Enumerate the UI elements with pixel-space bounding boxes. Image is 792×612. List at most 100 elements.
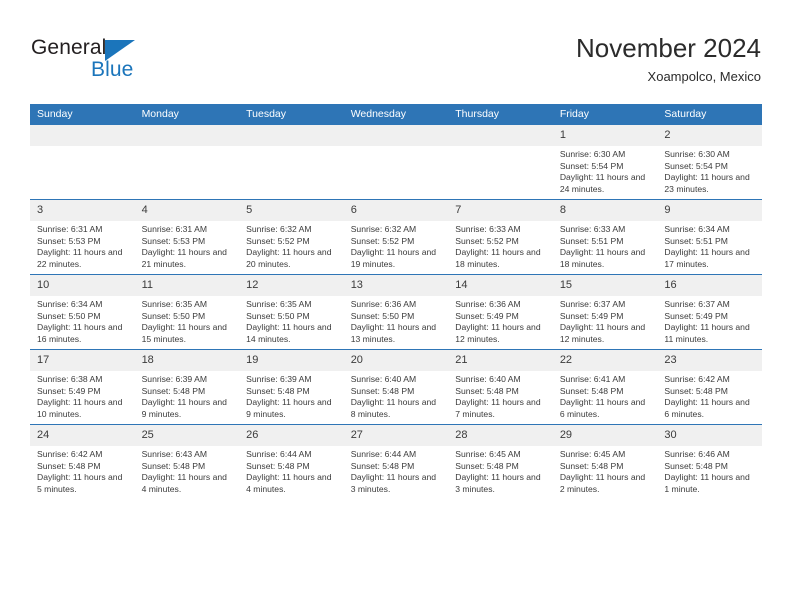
calendar-cell-empty: [134, 125, 240, 200]
day-number: 23: [657, 350, 762, 371]
weekday-header-sunday: Sunday: [30, 104, 135, 125]
calendar-day-cell[interactable]: 30 Sunrise: 6:46 AM Sunset: 5:48 PM Dayligh…: [657, 424, 762, 499]
sunset-text: Sunset: 5:51 PM: [664, 235, 728, 246]
sun-info: Sunrise: 6:35 AM Sunset: 5:50 PM Daylight:…: [135, 296, 240, 345]
sun-info: Sunrise: 6:34 AM Sunset: 5:51 PM Daylight:…: [657, 221, 762, 270]
sun-info: Sunrise: 6:40 AM Sunset: 5:48 PM Daylight:…: [344, 371, 449, 420]
day-number: 10: [30, 275, 135, 296]
sunset-text: Sunset: 5:52 PM: [455, 235, 519, 246]
sun-info: Sunrise: 6:39 AM Sunset: 5:48 PM Daylight:…: [239, 371, 344, 420]
calendar-header-row: Sunday Monday Tuesday Wednesday Thursday…: [30, 104, 762, 125]
calendar-body: 1 Sunrise: 6:30 AM Sunset: 5:54 PM Daylight…: [30, 125, 762, 499]
day-number: 6: [343, 200, 449, 221]
calendar-day-cell[interactable]: 8 Sunrise: 6:33 AM Sunset: 5:51 PM Daylight…: [552, 199, 658, 275]
daylight-text: Daylight: 11 hours and 1 minute.: [664, 472, 750, 494]
calendar-cell-empty: [448, 125, 553, 200]
daylight-text: Daylight: 11 hours and 8 minutes.: [350, 397, 437, 419]
day-number: 21: [448, 350, 553, 371]
calendar-day-cell[interactable]: 17 Sunrise: 6:38 AM Sunset: 5:49 PM Dayligh…: [30, 349, 135, 425]
calendar-day-cell[interactable]: 13 Sunrise: 6:36 AM Sunset: 5:50 PM Dayligh…: [343, 274, 449, 350]
day-number: 28: [448, 425, 553, 446]
daylight-text: Daylight: 11 hours and 9 minutes.: [246, 397, 332, 419]
calendar-day-cell[interactable]: 7 Sunrise: 6:33 AM Sunset: 5:52 PM Daylight…: [448, 199, 553, 275]
day-number: 11: [134, 275, 240, 296]
calendar-day-cell[interactable]: 22 Sunrise: 6:41 AM Sunset: 5:48 PM Dayligh…: [552, 349, 658, 425]
sunset-text: Sunset: 5:49 PM: [664, 310, 728, 321]
day-number: 8: [552, 200, 658, 221]
sunset-text: Sunset: 5:49 PM: [37, 385, 101, 396]
sunrise-text: Sunrise: 6:45 AM: [455, 449, 521, 459]
calendar-day-cell[interactable]: 14 Sunrise: 6:36 AM Sunset: 5:49 PM Dayligh…: [448, 274, 553, 350]
sunset-text: Sunset: 5:50 PM: [141, 310, 206, 321]
calendar-day-cell[interactable]: 18 Sunrise: 6:39 AM Sunset: 5:48 PM Dayligh…: [134, 349, 240, 425]
calendar-day-cell[interactable]: 16 Sunrise: 6:37 AM Sunset: 5:49 PM Dayligh…: [657, 274, 762, 350]
sun-info: Sunrise: 6:33 AM Sunset: 5:51 PM Daylight:…: [553, 221, 658, 270]
weekday-header-monday: Monday: [134, 104, 240, 125]
calendar-day-cell[interactable]: 25 Sunrise: 6:43 AM Sunset: 5:48 PM Dayligh…: [134, 424, 240, 499]
daylight-text: Daylight: 11 hours and 20 minutes.: [246, 247, 332, 269]
sunset-text: Sunset: 5:49 PM: [559, 310, 624, 321]
day-number: 15: [552, 275, 658, 296]
calendar-day-cell[interactable]: 19 Sunrise: 6:39 AM Sunset: 5:48 PM Dayligh…: [239, 349, 344, 425]
calendar-day-cell[interactable]: 9 Sunrise: 6:34 AM Sunset: 5:51 PM Daylight…: [657, 199, 762, 275]
sun-info: Sunrise: 6:33 AM Sunset: 5:52 PM Daylight:…: [448, 221, 553, 270]
page-title: November 2024: [576, 33, 761, 63]
calendar-day-cell[interactable]: 23 Sunrise: 6:42 AM Sunset: 5:48 PM Dayligh…: [657, 349, 762, 425]
sunset-text: Sunset: 5:48 PM: [246, 460, 310, 471]
daylight-text: Daylight: 11 hours and 3 minutes.: [350, 472, 437, 494]
calendar-day-cell[interactable]: 11 Sunrise: 6:35 AM Sunset: 5:50 PM Dayligh…: [134, 274, 240, 350]
daylight-text: Daylight: 11 hours and 6 minutes.: [664, 397, 750, 419]
sun-info: Sunrise: 6:44 AM Sunset: 5:48 PM Daylight:…: [239, 446, 344, 495]
sunset-text: Sunset: 5:48 PM: [664, 460, 728, 471]
calendar-day-cell[interactable]: 21 Sunrise: 6:40 AM Sunset: 5:48 PM Dayligh…: [448, 349, 553, 425]
sun-info: Sunrise: 6:39 AM Sunset: 5:48 PM Daylight:…: [135, 371, 240, 420]
sun-info: Sunrise: 6:31 AM Sunset: 5:53 PM Daylight:…: [30, 221, 135, 270]
sunrise-text: Sunrise: 6:45 AM: [559, 449, 626, 459]
sunrise-text: Sunrise: 6:35 AM: [141, 299, 208, 309]
page-subtitle: Xoampolco, Mexico: [647, 69, 761, 84]
day-number: [134, 125, 240, 146]
calendar-day-cell[interactable]: 12 Sunrise: 6:35 AM Sunset: 5:50 PM Dayligh…: [239, 274, 344, 350]
calendar-day-cell[interactable]: 4 Sunrise: 6:31 AM Sunset: 5:53 PM Daylight…: [134, 199, 240, 275]
calendar-day-cell[interactable]: 27 Sunrise: 6:44 AM Sunset: 5:48 PM Dayligh…: [343, 424, 449, 499]
sun-info: Sunrise: 6:32 AM Sunset: 5:52 PM Daylight:…: [239, 221, 344, 270]
calendar-day-cell[interactable]: 28 Sunrise: 6:45 AM Sunset: 5:48 PM Dayligh…: [448, 424, 553, 499]
day-number: 17: [30, 350, 135, 371]
calendar-day-cell[interactable]: 3 Sunrise: 6:31 AM Sunset: 5:53 PM Daylight…: [30, 199, 135, 275]
sun-info: Sunrise: 6:31 AM Sunset: 5:53 PM Daylight:…: [135, 221, 240, 270]
page-header: General Blue November 2024 Xoampolco, Me…: [0, 0, 792, 100]
weekday-header-friday: Friday: [552, 104, 658, 125]
calendar-day-cell[interactable]: 6 Sunrise: 6:32 AM Sunset: 5:52 PM Daylight…: [343, 199, 449, 275]
daylight-text: Daylight: 11 hours and 16 minutes.: [37, 322, 123, 344]
daylight-text: Daylight: 11 hours and 23 minutes.: [664, 172, 750, 194]
sunset-text: Sunset: 5:53 PM: [37, 235, 101, 246]
daylight-text: Daylight: 11 hours and 19 minutes.: [350, 247, 437, 269]
daylight-text: Daylight: 11 hours and 5 minutes.: [37, 472, 123, 494]
calendar-page: General Blue November 2024 Xoampolco, Me…: [0, 0, 792, 612]
general-blue-logo[interactable]: General Blue: [31, 36, 211, 86]
sunset-text: Sunset: 5:50 PM: [246, 310, 310, 321]
sun-info: Sunrise: 6:30 AM Sunset: 5:54 PM Daylight:…: [553, 146, 658, 195]
sunrise-text: Sunrise: 6:32 AM: [350, 224, 417, 234]
calendar-day-cell[interactable]: 29 Sunrise: 6:45 AM Sunset: 5:48 PM Dayligh…: [552, 424, 658, 499]
calendar-day-cell[interactable]: 5 Sunrise: 6:32 AM Sunset: 5:52 PM Daylight…: [239, 199, 344, 275]
calendar-day-cell[interactable]: 15 Sunrise: 6:37 AM Sunset: 5:49 PM Dayligh…: [552, 274, 658, 350]
calendar-day-cell[interactable]: 24 Sunrise: 6:42 AM Sunset: 5:48 PM Dayligh…: [30, 424, 135, 499]
sun-info: Sunrise: 6:37 AM Sunset: 5:49 PM Daylight:…: [657, 296, 762, 345]
calendar-day-cell[interactable]: 20 Sunrise: 6:40 AM Sunset: 5:48 PM Dayligh…: [343, 349, 449, 425]
daylight-text: Daylight: 11 hours and 21 minutes.: [141, 247, 227, 269]
calendar-week-row: 17 Sunrise: 6:38 AM Sunset: 5:49 PM Dayligh…: [30, 349, 762, 425]
calendar-day-cell[interactable]: 26 Sunrise: 6:44 AM Sunset: 5:48 PM Dayligh…: [239, 424, 344, 499]
sunset-text: Sunset: 5:48 PM: [559, 385, 624, 396]
sunset-text: Sunset: 5:52 PM: [246, 235, 310, 246]
calendar-day-cell[interactable]: 10 Sunrise: 6:34 AM Sunset: 5:50 PM Dayligh…: [30, 274, 135, 350]
sunrise-text: Sunrise: 6:37 AM: [664, 299, 730, 309]
calendar-day-cell[interactable]: 2 Sunrise: 6:30 AM Sunset: 5:54 PM Daylight…: [657, 125, 762, 200]
calendar-day-cell[interactable]: 1 Sunrise: 6:30 AM Sunset: 5:54 PM Daylight…: [552, 125, 658, 200]
sunrise-text: Sunrise: 6:34 AM: [37, 299, 103, 309]
sunset-text: Sunset: 5:48 PM: [455, 460, 519, 471]
day-number: 5: [239, 200, 344, 221]
sunset-text: Sunset: 5:54 PM: [559, 160, 624, 171]
sun-info: Sunrise: 6:38 AM Sunset: 5:49 PM Daylight:…: [30, 371, 135, 420]
sunrise-text: Sunrise: 6:44 AM: [246, 449, 312, 459]
